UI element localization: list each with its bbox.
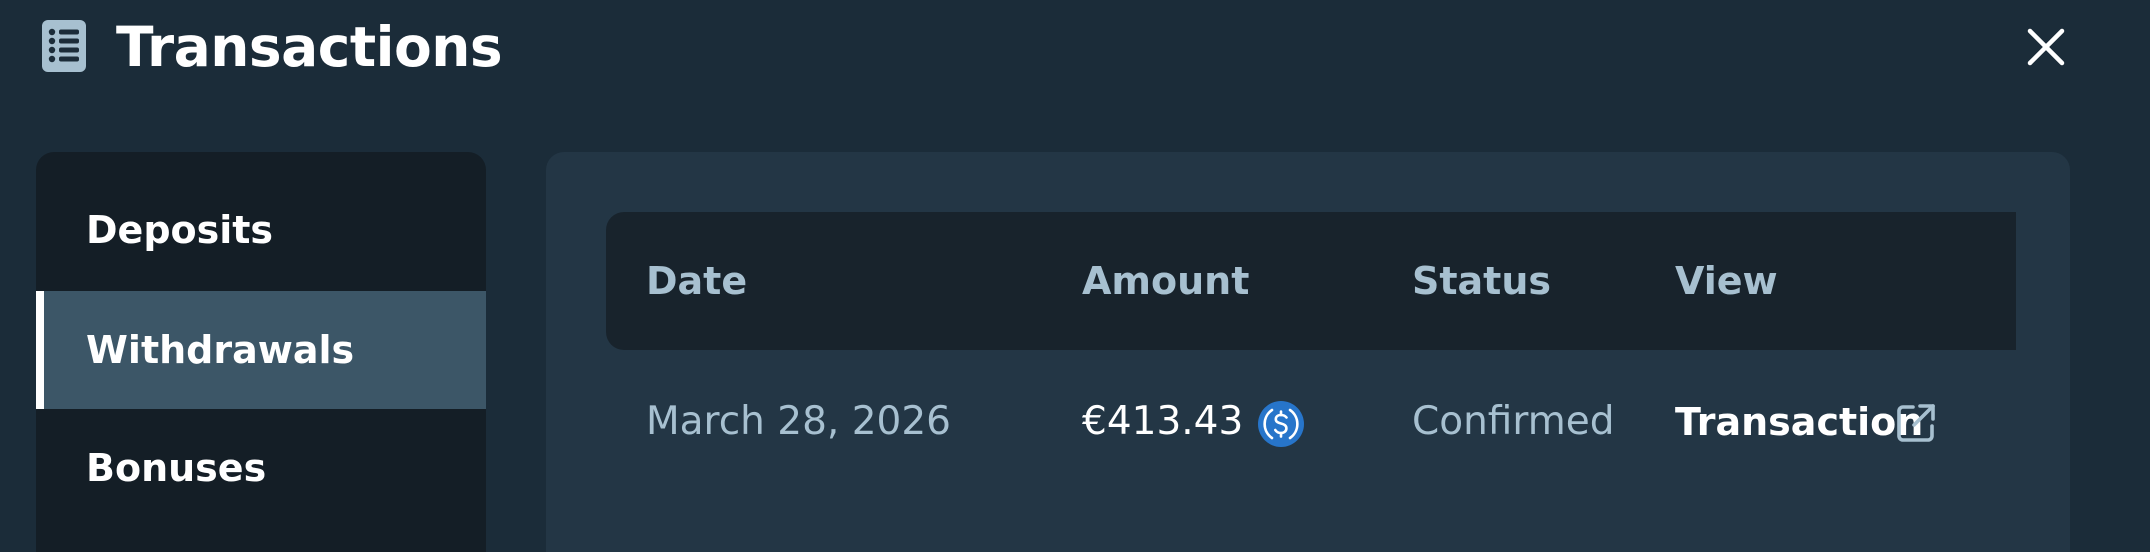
usdc-coin-icon: [1258, 401, 1304, 447]
sidebar-item-bonuses[interactable]: Bonuses: [36, 409, 486, 527]
sidebar-item-label: Deposits: [86, 208, 274, 252]
sidebar-item-withdrawals[interactable]: Withdrawals: [36, 291, 486, 409]
column-header-date: Date: [646, 259, 748, 303]
column-header-view: View: [1675, 259, 1778, 303]
sidebar-item-label: Bonuses: [86, 446, 267, 490]
close-icon: [2027, 28, 2065, 66]
column-header-amount: Amount: [1082, 259, 1250, 303]
table-row: March 28, 2026 €413.43 Confirmed Transac…: [606, 362, 2016, 482]
table-header: Date Amount Status View: [606, 212, 2016, 350]
sidebar-item-label: Withdrawals: [86, 328, 355, 372]
view-transaction-link[interactable]: Transaction: [1675, 362, 1965, 482]
transaction-amount: €413.43: [1082, 399, 1244, 444]
close-button[interactable]: [2024, 25, 2068, 69]
view-transaction-label: Transaction: [1675, 400, 1924, 444]
transaction-date: March 28, 2026: [646, 399, 951, 444]
transactions-panel: Date Amount Status View March 28, 2026 €…: [546, 152, 2070, 552]
sidebar-item-deposits[interactable]: Deposits: [36, 171, 486, 289]
column-header-status: Status: [1412, 259, 1552, 303]
modal-header: Transactions: [0, 0, 2150, 95]
transaction-type-sidebar: Deposits Withdrawals Bonuses: [36, 152, 486, 552]
list-document-icon: [42, 20, 86, 72]
transaction-status: Confirmed: [1412, 399, 1615, 444]
external-link-icon: [1895, 402, 1937, 444]
page-title: Transactions: [116, 15, 503, 79]
